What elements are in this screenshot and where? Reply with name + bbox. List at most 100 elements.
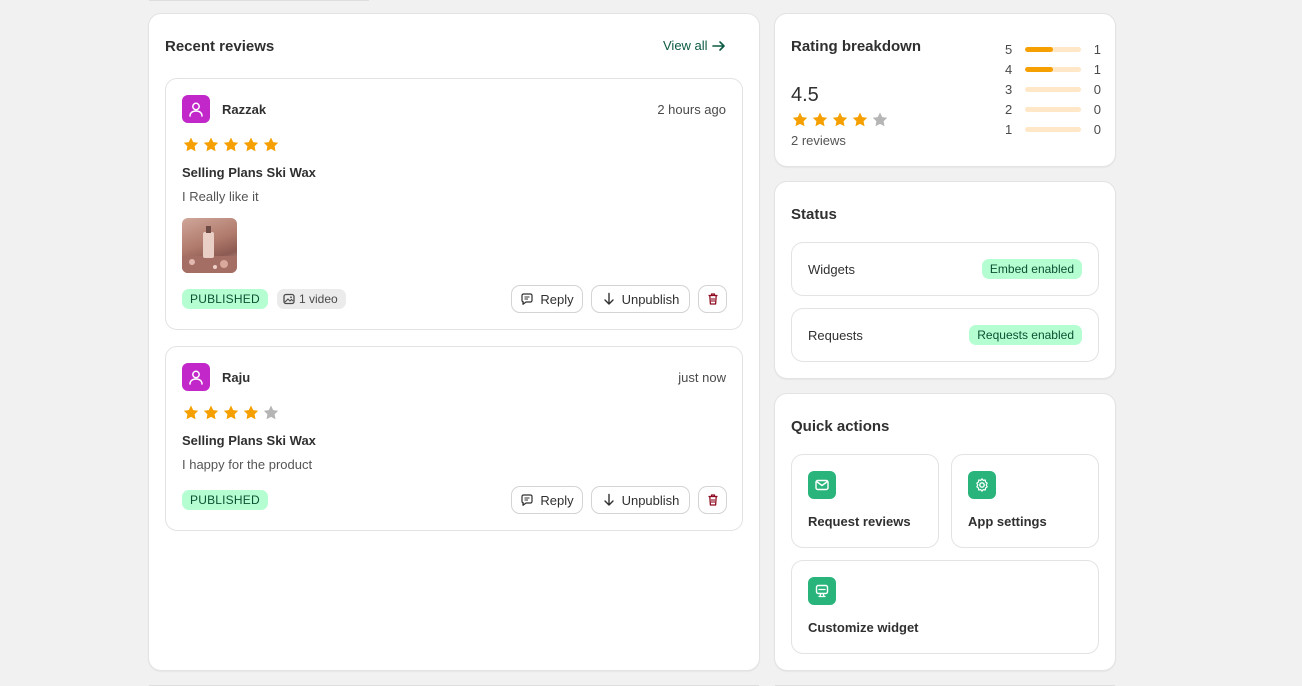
media-badge: 1 video	[277, 289, 346, 309]
rating-row-stars: 3	[1005, 82, 1013, 97]
star-filled-icon	[223, 137, 239, 152]
mail-icon	[815, 479, 829, 491]
status-row-label: Requests	[808, 328, 863, 343]
rating-row: 5 1	[1005, 42, 1101, 58]
unpublish-label: Unpublish	[621, 492, 680, 508]
widget-icon	[815, 584, 829, 598]
rating-row: 1 0	[1005, 122, 1101, 138]
review-media-thumbnail[interactable]	[182, 218, 237, 273]
star-filled-icon	[223, 405, 239, 420]
rating-row-count: 1	[1093, 42, 1101, 57]
rating-row-count: 0	[1093, 122, 1101, 137]
rating-row: 4 1	[1005, 62, 1101, 78]
status-card: Status Widgets Embed enabled Requests Re…	[775, 182, 1115, 378]
review-card: Razzak 2 hours ago Selling Plans Ski Wax…	[165, 78, 743, 330]
image-icon	[283, 293, 295, 305]
quick-action-label: Customize widget	[808, 620, 919, 635]
rating-row-stars: 1	[1005, 122, 1013, 137]
rating-row: 2 0	[1005, 102, 1101, 118]
status-badge: Requests enabled	[969, 325, 1082, 345]
rating-bar-track	[1025, 107, 1081, 112]
divider	[149, 0, 369, 1]
status-badge: Embed enabled	[981, 259, 1082, 279]
view-all-link[interactable]: View all	[663, 38, 726, 53]
star-filled-icon	[243, 137, 259, 152]
review-product: Selling Plans Ski Wax	[182, 165, 316, 180]
arrow-down-icon	[603, 292, 614, 305]
request-reviews-action[interactable]: Request reviews	[791, 454, 939, 548]
rating-breakdown-card: Rating breakdown 4.5 2 reviews 5 1 4 1 3…	[775, 14, 1115, 166]
status-badge: PUBLISHED	[182, 289, 268, 309]
reviewer-name: Raju	[222, 370, 251, 385]
unpublish-label: Unpublish	[621, 291, 680, 307]
star-filled-icon	[812, 112, 828, 127]
rating-bar-track	[1025, 47, 1081, 52]
unpublish-button[interactable]: Unpublish	[592, 487, 689, 513]
rating-bar-track	[1025, 67, 1081, 72]
unpublish-button[interactable]: Unpublish	[592, 286, 689, 312]
rating-row-count: 0	[1093, 102, 1101, 117]
reply-button[interactable]: Reply	[512, 487, 582, 513]
delete-button[interactable]	[699, 487, 726, 513]
review-body: I happy for the product	[182, 457, 313, 472]
app-settings-action[interactable]: App settings	[951, 454, 1099, 548]
status-badge: PUBLISHED	[182, 490, 268, 510]
star-filled-icon	[243, 405, 259, 420]
average-stars	[791, 111, 889, 129]
star-filled-icon	[852, 112, 868, 127]
star-filled-icon	[183, 405, 199, 420]
customize-widget-action[interactable]: Customize widget	[791, 560, 1099, 654]
rating-breakdown-title: Rating breakdown	[791, 38, 922, 55]
delete-button[interactable]	[699, 286, 726, 312]
star-empty-icon	[872, 112, 888, 127]
widget-icon-wrap	[808, 577, 836, 605]
arrow-down-icon	[603, 493, 614, 506]
trash-icon	[708, 293, 717, 305]
recent-reviews-title: Recent reviews	[165, 38, 275, 55]
gear-icon-wrap	[968, 471, 996, 499]
review-card: Raju just now Selling Plans Ski Wax I ha…	[165, 346, 743, 531]
review-body: I Really like it	[182, 189, 259, 204]
review-product: Selling Plans Ski Wax	[182, 433, 316, 448]
reply-label: Reply	[540, 492, 574, 508]
rating-row: 3 0	[1005, 82, 1101, 98]
review-stars	[182, 136, 280, 154]
gear-icon	[976, 478, 988, 492]
rating-bar-fill	[1025, 67, 1053, 72]
status-title: Status	[791, 206, 837, 223]
rating-bar-track	[1025, 127, 1081, 132]
recent-reviews-card: Recent reviews View all Razzak 2 hours a…	[149, 14, 759, 670]
reviewer-name: Razzak	[222, 102, 267, 117]
status-row-widgets: Widgets Embed enabled	[791, 242, 1099, 296]
average-rating: 4.5	[791, 84, 819, 106]
rating-row-stars: 5	[1005, 42, 1013, 57]
star-empty-icon	[263, 405, 279, 420]
status-row-label: Widgets	[808, 262, 855, 277]
star-filled-icon	[183, 137, 199, 152]
comment-icon	[521, 293, 533, 305]
trash-icon	[708, 494, 717, 506]
user-icon	[189, 102, 203, 117]
review-stars	[182, 404, 280, 422]
reply-label: Reply	[540, 291, 574, 307]
quick-action-label: Request reviews	[808, 514, 911, 529]
star-filled-icon	[203, 405, 219, 420]
rating-row-stars: 4	[1005, 62, 1013, 77]
review-count: 2 reviews	[791, 133, 846, 148]
rating-row-count: 0	[1093, 82, 1101, 97]
rating-row-count: 1	[1093, 62, 1101, 77]
review-time: 2 hours ago	[657, 102, 726, 117]
user-icon	[189, 370, 203, 385]
reply-button[interactable]: Reply	[512, 286, 582, 312]
rating-row-stars: 2	[1005, 102, 1013, 117]
quick-actions-title: Quick actions	[791, 418, 890, 435]
status-row-requests: Requests Requests enabled	[791, 308, 1099, 362]
media-badge-label: 1 video	[299, 292, 338, 306]
mail-icon-wrap	[808, 471, 836, 499]
view-all-label: View all	[663, 38, 708, 53]
avatar	[182, 363, 210, 391]
arrow-right-icon	[711, 40, 725, 51]
avatar	[182, 95, 210, 123]
quick-actions-card: Quick actions Request reviews App settin…	[775, 394, 1115, 670]
rating-bar-track	[1025, 87, 1081, 92]
